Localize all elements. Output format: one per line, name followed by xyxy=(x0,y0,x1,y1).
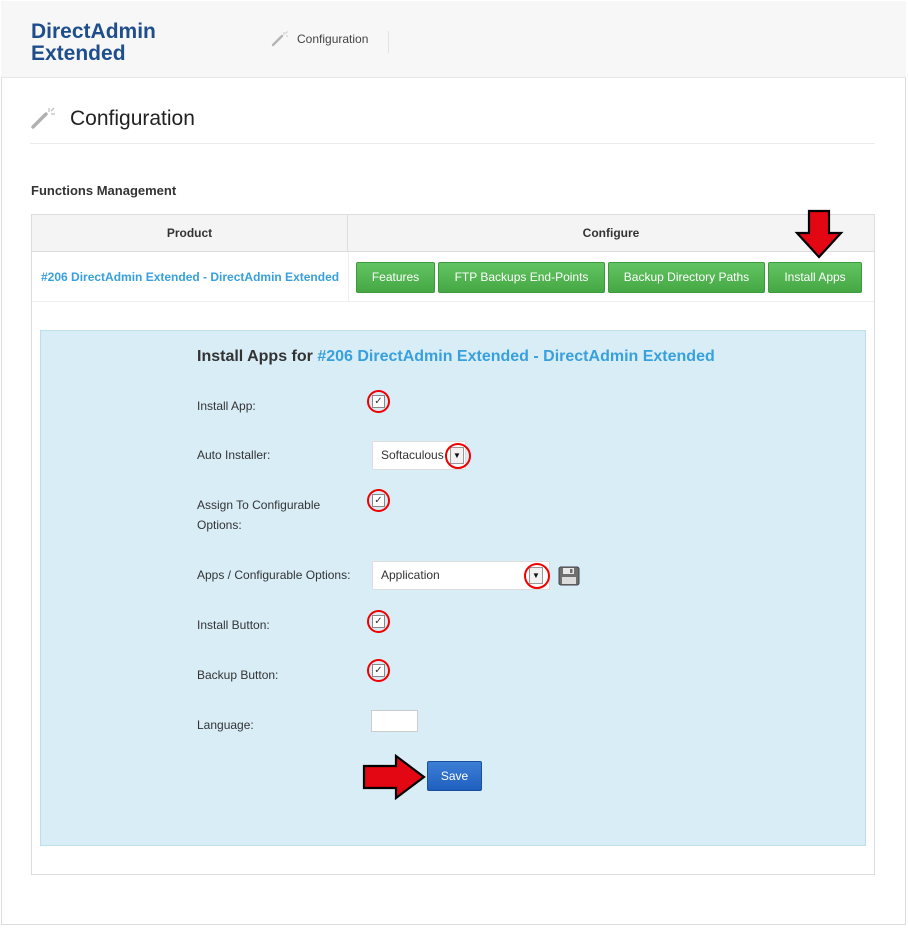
top-bar: DirectAdmin Extended Configuration xyxy=(1,1,906,78)
column-header-product: Product xyxy=(32,215,348,252)
features-button[interactable]: Features xyxy=(356,262,435,293)
breadcrumb: Configuration xyxy=(271,31,390,53)
breadcrumb-configuration[interactable]: Configuration xyxy=(297,31,368,47)
install-app-label: Install App: xyxy=(197,399,256,413)
highlight-circle xyxy=(524,563,550,589)
floppy-disk-icon[interactable] xyxy=(558,566,580,586)
install-button-label: Install Button: xyxy=(197,618,270,632)
form-title: Install Apps for #206 DirectAdmin Extend… xyxy=(197,348,715,366)
highlight-circle xyxy=(445,443,471,469)
highlight-circle xyxy=(367,489,390,512)
ftp-backups-endpoints-button[interactable]: FTP Backups End-Points xyxy=(438,262,605,293)
product-link[interactable]: #206 DirectAdmin Extended - DirectAdmin … xyxy=(41,270,339,284)
highlight-circle xyxy=(367,610,390,633)
page-title: Configuration xyxy=(70,107,195,130)
install-apps-form: Install Apps for #206 DirectAdmin Extend… xyxy=(40,330,866,846)
highlight-circle xyxy=(367,390,390,413)
highlight-circle xyxy=(367,659,390,682)
page-header: Configuration xyxy=(30,104,875,144)
form-title-product: #206 DirectAdmin Extended - DirectAdmin … xyxy=(317,348,715,365)
install-apps-button[interactable]: Install Apps xyxy=(768,262,862,293)
section-title: Functions Management xyxy=(31,183,177,198)
red-arrow-right-icon xyxy=(362,754,426,800)
column-divider xyxy=(348,252,349,302)
magic-wand-icon xyxy=(271,31,288,47)
functions-panel: Product Configure #206 DirectAdmin Exten… xyxy=(31,209,875,875)
backup-directory-paths-button[interactable]: Backup Directory Paths xyxy=(608,262,765,293)
table-row: #206 DirectAdmin Extended - DirectAdmin … xyxy=(32,252,874,302)
apps-options-label: Apps / Configurable Options: xyxy=(197,568,351,582)
assign-configurable-label: Assign To Configurable Options: xyxy=(197,498,321,532)
save-button[interactable]: Save xyxy=(427,761,482,791)
language-input[interactable] xyxy=(371,710,418,732)
auto-installer-label: Auto Installer: xyxy=(197,448,271,462)
brand-logo[interactable]: DirectAdmin Extended xyxy=(31,21,201,65)
red-arrow-down-icon xyxy=(794,209,844,259)
language-label: Language: xyxy=(197,718,254,732)
form-title-prefix: Install Apps for xyxy=(197,348,318,365)
magic-wand-icon xyxy=(31,107,55,129)
table-header: Product Configure xyxy=(32,215,874,252)
backup-button-label: Backup Button: xyxy=(197,668,279,682)
